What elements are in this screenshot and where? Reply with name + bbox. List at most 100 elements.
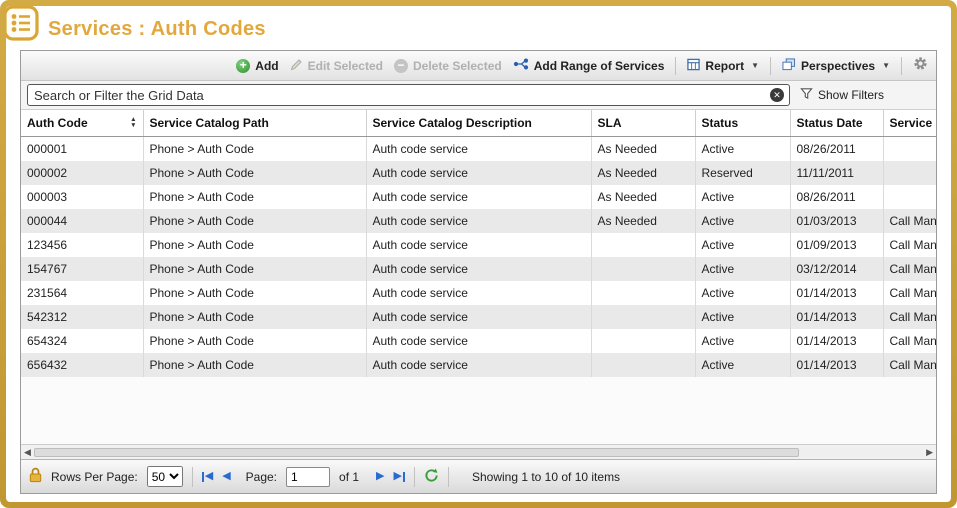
sort-icon[interactable]: ▲▼ [130, 117, 136, 129]
column-header-auth-code[interactable]: Auth Code ▲▼ [21, 110, 143, 137]
pagination-bar: Rows Per Page: 50 ◀ ◀ Page: of 1 ▶ ▶ [21, 459, 936, 493]
table-header-row: Auth Code ▲▼ Service Catalog Path Servic… [21, 110, 936, 137]
table-cell: Call Manag [883, 257, 936, 281]
next-page-button[interactable]: ▶ [376, 471, 384, 482]
chevron-down-icon: ▼ [882, 61, 890, 70]
table-cell: As Needed [591, 209, 695, 233]
table-cell: Phone > Auth Code [143, 137, 366, 162]
show-filters-label: Show Filters [818, 88, 884, 102]
first-page-button[interactable]: ◀ [202, 471, 213, 482]
table-cell: Phone > Auth Code [143, 329, 366, 353]
table-cell: 08/26/2011 [790, 137, 883, 162]
table-row[interactable]: 231564Phone > Auth CodeAuth code service… [21, 281, 936, 305]
footer-separator [192, 467, 193, 487]
scrollbar-thumb[interactable] [34, 448, 799, 457]
table-cell: 000001 [21, 137, 143, 162]
table-row[interactable]: 542312Phone > Auth CodeAuth code service… [21, 305, 936, 329]
table-cell: 231564 [21, 281, 143, 305]
column-label: Auth Code [27, 116, 88, 130]
table-cell: 08/26/2011 [790, 185, 883, 209]
page-number-input[interactable] [286, 467, 330, 487]
column-header-status-date[interactable]: Status Date [790, 110, 883, 137]
table-cell: 000044 [21, 209, 143, 233]
edit-selected-button[interactable]: Edit Selected [290, 58, 383, 74]
add-button[interactable]: + Add [236, 59, 278, 73]
table-cell: Active [695, 185, 790, 209]
footer-separator [414, 467, 415, 487]
add-range-of-services-button[interactable]: Add Range of Services [513, 58, 665, 73]
table-row[interactable]: 000001Phone > Auth CodeAuth code service… [21, 137, 936, 162]
table-row[interactable]: 154767Phone > Auth CodeAuth code service… [21, 257, 936, 281]
show-filters-button[interactable]: Show Filters [800, 87, 930, 103]
search-input[interactable] [34, 88, 765, 103]
scrollbar-track[interactable] [34, 448, 923, 457]
table-cell: 656432 [21, 353, 143, 377]
table-cell: Phone > Auth Code [143, 353, 366, 377]
lock-icon [29, 467, 42, 486]
column-header-service-catalog-description[interactable]: Service Catalog Description [366, 110, 591, 137]
column-header-status[interactable]: Status [695, 110, 790, 137]
services-list-icon [6, 6, 40, 47]
table-cell: 03/12/2014 [790, 257, 883, 281]
scroll-right-icon[interactable]: ▶ [926, 448, 933, 457]
page-label: Page: [246, 470, 277, 484]
add-button-label: Add [255, 59, 278, 73]
table-cell: As Needed [591, 137, 695, 162]
perspectives-button[interactable]: Perspectives ▼ [782, 58, 890, 74]
table-row[interactable]: 654324Phone > Auth CodeAuth code service… [21, 329, 936, 353]
previous-page-button[interactable]: ◀ [222, 471, 230, 482]
table-row[interactable]: 000003Phone > Auth CodeAuth code service… [21, 185, 936, 209]
chevron-down-icon: ▼ [751, 61, 759, 70]
refresh-icon[interactable] [424, 468, 439, 486]
add-range-label: Add Range of Services [534, 59, 665, 73]
scroll-left-icon[interactable]: ◀ [24, 448, 31, 457]
column-header-sla[interactable]: SLA [591, 110, 695, 137]
table-cell: 654324 [21, 329, 143, 353]
clear-search-icon[interactable]: ✕ [770, 88, 784, 102]
layered-windows-icon [782, 58, 796, 74]
linked-nodes-icon [513, 58, 529, 73]
gear-icon[interactable] [913, 56, 928, 76]
rows-per-page-label: Rows Per Page: [51, 470, 138, 484]
table-cell: Reserved [695, 161, 790, 185]
table-row[interactable]: 000044Phone > Auth CodeAuth code service… [21, 209, 936, 233]
services-table: Auth Code ▲▼ Service Catalog Path Servic… [21, 110, 936, 377]
table-cell: Call Manag [883, 329, 936, 353]
showing-items-label: Showing 1 to 10 of 10 items [472, 470, 620, 484]
table-cell: Active [695, 329, 790, 353]
rows-per-page-select[interactable]: 50 [147, 466, 183, 487]
delete-selected-button[interactable]: − Delete Selected [394, 59, 502, 73]
report-button[interactable]: Report ▼ [687, 58, 759, 74]
toolbar-separator [675, 57, 676, 75]
table-cell: 01/14/2013 [790, 329, 883, 353]
table-cell: Auth code service [366, 329, 591, 353]
perspectives-label: Perspectives [801, 59, 875, 73]
table-cell [883, 137, 936, 162]
column-header-service-catalog-path[interactable]: Service Catalog Path [143, 110, 366, 137]
table-cell: 000002 [21, 161, 143, 185]
table-cell [591, 353, 695, 377]
horizontal-scrollbar[interactable]: ◀ ▶ [21, 444, 936, 459]
toolbar-separator [901, 57, 902, 75]
table-row[interactable]: 000002Phone > Auth CodeAuth code service… [21, 161, 936, 185]
table-cell: Auth code service [366, 233, 591, 257]
delete-minus-icon: − [394, 59, 408, 73]
table-cell: 01/14/2013 [790, 353, 883, 377]
column-header-service-host[interactable]: Service H [883, 110, 936, 137]
table-row[interactable]: 656432Phone > Auth CodeAuth code service… [21, 353, 936, 377]
table-cell: 01/09/2013 [790, 233, 883, 257]
report-label: Report [705, 59, 744, 73]
table-cell: Active [695, 305, 790, 329]
table-cell: Active [695, 209, 790, 233]
table-cell [591, 281, 695, 305]
table-cell: Call Manag [883, 209, 936, 233]
table-cell: Active [695, 281, 790, 305]
page-title: Services : Auth Codes [48, 18, 266, 41]
table-cell: Phone > Auth Code [143, 233, 366, 257]
last-page-button[interactable]: ▶ [394, 471, 405, 482]
toolbar: + Add Edit Selected − Delete Selected [21, 51, 936, 81]
table-cell: Call Manag [883, 305, 936, 329]
table-row[interactable]: 123456Phone > Auth CodeAuth code service… [21, 233, 936, 257]
table-cell: 11/11/2011 [790, 161, 883, 185]
table-cell [591, 233, 695, 257]
